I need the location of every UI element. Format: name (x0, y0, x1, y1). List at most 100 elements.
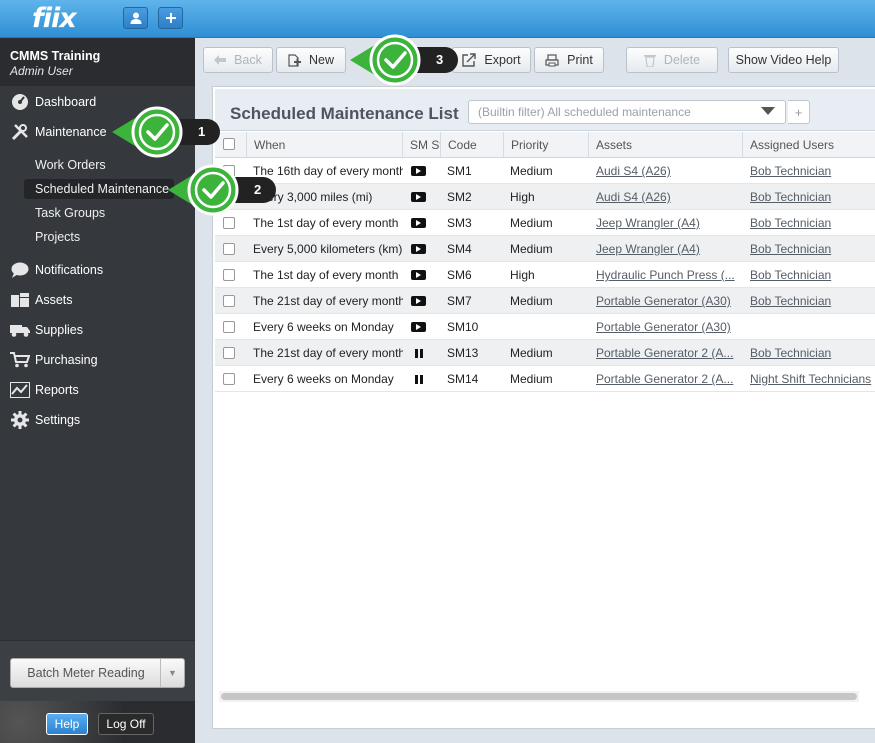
cell-when: Every 6 weeks on Monday (253, 320, 394, 334)
sub-item-task-groups[interactable]: Task Groups (35, 206, 105, 220)
table-row[interactable]: The 1st day of every month SM6 High Hydraul… (215, 262, 875, 288)
filter-select[interactable]: (Builtin filter) All scheduled maintenan… (468, 100, 786, 124)
nav-purchasing[interactable]: Purchasing (10, 351, 98, 369)
show-video-help-button[interactable]: Show Video Help (728, 47, 839, 73)
arrow-left-icon (214, 55, 227, 65)
cell-asset-link[interactable]: Portable Generator (A30) (596, 288, 738, 314)
pause-status-icon[interactable] (415, 375, 423, 384)
nav-supplies[interactable]: Supplies (10, 321, 83, 339)
back-button[interactable]: Back (203, 47, 273, 73)
column-header-status[interactable]: SM St (402, 132, 441, 158)
help-button[interactable]: Help (46, 713, 88, 735)
fiix-logo[interactable]: fiix (32, 3, 77, 34)
user-profile-button[interactable] (123, 7, 148, 29)
list-panel: Scheduled Maintenance List (Builtin filt… (212, 86, 875, 729)
table-row[interactable]: The 21st day of every month SM13 Medium Por… (215, 340, 875, 366)
add-filter-button[interactable]: + (788, 100, 810, 124)
column-header-priority[interactable]: Priority (503, 132, 588, 158)
print-label: Print (567, 53, 593, 67)
export-label: Export (484, 53, 521, 67)
nav-dashboard[interactable]: Dashboard (10, 93, 96, 111)
select-all-checkbox[interactable] (223, 138, 235, 150)
row-checkbox[interactable] (223, 347, 235, 359)
table-row[interactable]: Every 5,000 kilometers (km) SM4 Medium Jeep… (215, 236, 875, 262)
delete-label: Delete (663, 53, 701, 67)
batch-meter-reading-button[interactable]: Batch Meter Reading ▼ (10, 658, 185, 688)
nav-maintenance[interactable]: Maintenance (10, 123, 107, 141)
table-row[interactable]: Every 6 weeks on Monday SM10 Portable Gene… (215, 314, 875, 340)
new-label: New (308, 53, 334, 67)
play-status-icon[interactable] (411, 244, 426, 254)
delete-button[interactable]: Delete (626, 47, 718, 73)
column-header-assigned-users[interactable]: Assigned Users (742, 132, 875, 158)
cell-asset-link[interactable]: Portable Generator (A30) (596, 314, 738, 340)
pause-status-icon[interactable] (415, 349, 423, 358)
row-checkbox[interactable] (223, 269, 235, 281)
row-checkbox[interactable] (223, 321, 235, 333)
column-header-when[interactable]: When (246, 132, 404, 158)
table-row[interactable]: The 21st day of every month SM7 Medium Port… (215, 288, 875, 314)
cell-asset-link[interactable]: Jeep Wrangler (A4) (596, 210, 738, 236)
cell-asset-link[interactable]: Hydraulic Punch Press (... (596, 262, 738, 288)
nav-label: Dashboard (35, 95, 97, 109)
play-status-icon[interactable] (411, 270, 426, 280)
cell-asset-link[interactable]: Jeep Wrangler (A4) (596, 236, 738, 262)
cell-user-link[interactable]: Bob Technician (750, 236, 875, 262)
nav-settings[interactable]: Settings (10, 411, 80, 429)
column-header-assets[interactable]: Assets (588, 132, 742, 158)
sub-item-scheduled-maintenance[interactable]: Scheduled Maintenance (35, 182, 169, 196)
sidebar-footer: Help Log Off (0, 701, 195, 743)
cell-asset-link[interactable]: Audi S4 (A26) (596, 158, 738, 184)
scrollbar-thumb[interactable] (221, 693, 857, 700)
nav-notifications[interactable]: Notifications (10, 261, 103, 279)
play-status-icon[interactable] (411, 166, 426, 176)
table-row[interactable]: The 1st day of every month SM3 Medium Jeep … (215, 210, 875, 236)
horizontal-scrollbar[interactable] (219, 691, 859, 702)
organization-name: CMMS Training (10, 49, 101, 63)
nav-assets[interactable]: Assets (10, 291, 73, 309)
sub-item-work-orders[interactable]: Work Orders (35, 158, 106, 172)
table-row[interactable]: Every 6 weeks on Monday SM14 Medium Portabl… (215, 366, 875, 392)
cell-user-link[interactable]: Bob Technician (750, 184, 875, 210)
cell-code: SM6 (447, 268, 472, 282)
tools-icon (10, 123, 30, 141)
print-button[interactable]: Print (534, 47, 604, 73)
chart-icon (10, 381, 30, 399)
cell-user-link[interactable]: Night Shift Technicians (750, 366, 875, 392)
play-status-icon[interactable] (411, 322, 426, 332)
cell-user-link[interactable]: Bob Technician (750, 288, 875, 314)
export-button[interactable]: Export (452, 47, 531, 73)
play-status-icon[interactable] (411, 218, 426, 228)
row-checkbox[interactable] (223, 373, 235, 385)
cell-user-link[interactable] (750, 314, 875, 340)
sub-item-projects[interactable]: Projects (35, 230, 80, 244)
user-role: Admin User (10, 64, 73, 78)
log-off-button[interactable]: Log Off (98, 713, 154, 735)
account-info: CMMS Training Admin User (0, 38, 195, 86)
cell-user-link[interactable]: Bob Technician (750, 262, 875, 288)
cell-user-link[interactable]: Bob Technician (750, 158, 875, 184)
cell-user-link[interactable]: Bob Technician (750, 210, 875, 236)
step-number: 2 (254, 182, 262, 197)
play-status-icon[interactable] (411, 296, 426, 306)
cell-asset-link[interactable]: Portable Generator 2 (A... (596, 340, 738, 366)
export-icon (462, 53, 477, 67)
play-status-icon[interactable] (411, 192, 426, 202)
cell-user-link[interactable]: Bob Technician (750, 340, 875, 366)
new-button[interactable]: New (276, 47, 346, 73)
nav-reports[interactable]: Reports (10, 381, 79, 399)
cell-priority: High (510, 268, 535, 282)
chevron-down-icon[interactable]: ▼ (160, 659, 184, 687)
cell-when: The 1st day of every month (253, 268, 399, 282)
add-button[interactable] (158, 7, 183, 29)
table-row[interactable]: Every 3,000 miles (mi) SM2 High Audi S4 (A2… (215, 184, 875, 210)
truck-icon (10, 321, 30, 339)
nav-label: Settings (35, 413, 81, 427)
cell-asset-link[interactable]: Audi S4 (A26) (596, 184, 738, 210)
row-checkbox[interactable] (223, 295, 235, 307)
column-header-code[interactable]: Code (440, 132, 503, 158)
row-checkbox[interactable] (223, 243, 235, 255)
cell-priority: Medium (510, 242, 553, 256)
cell-asset-link[interactable]: Portable Generator 2 (A... (596, 366, 738, 392)
table-row[interactable]: The 16th day of every month SM1 Medium Audi… (215, 158, 875, 184)
